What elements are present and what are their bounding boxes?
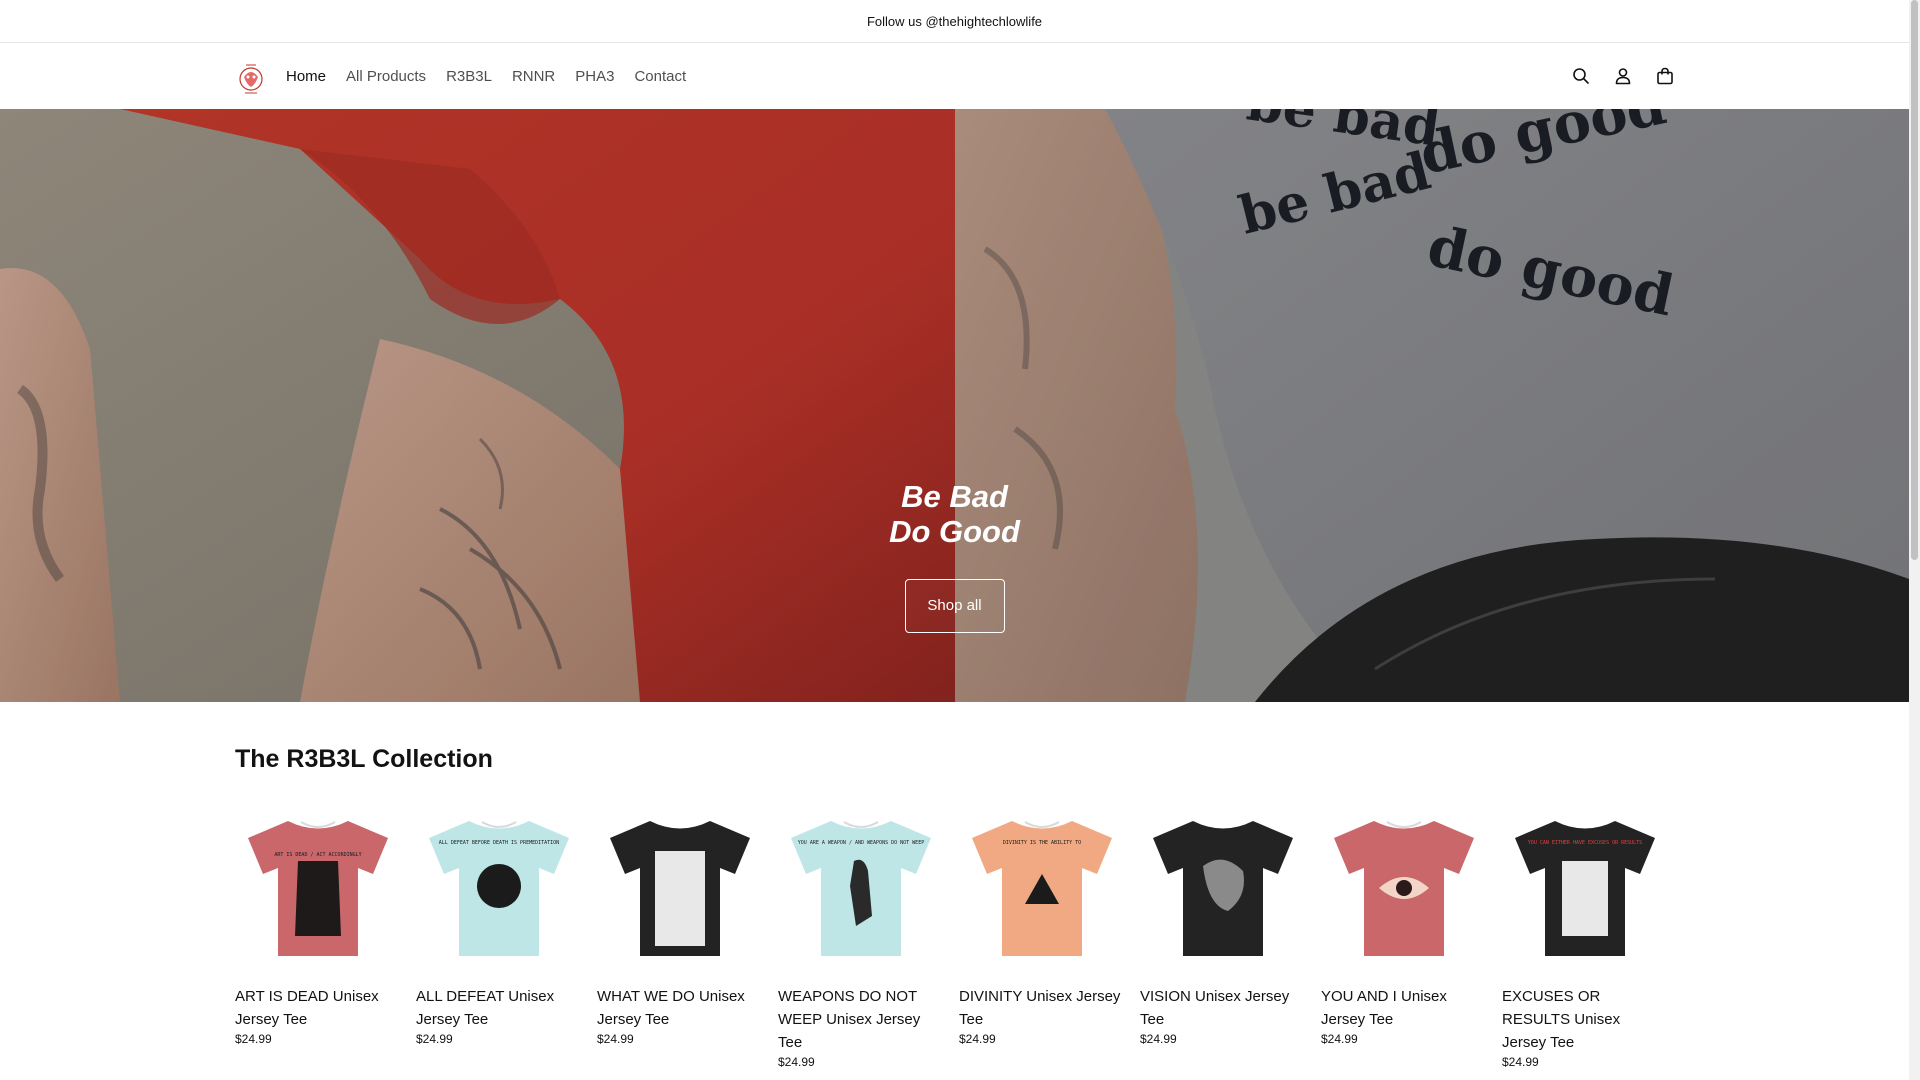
collection-title: The R3B3L Collection [235,745,493,773]
nav-item-r3b3l[interactable]: R3B3L [446,68,492,85]
product-price: $24.99 [1502,1055,1539,1069]
tshirt-image: YOU ARE A WEAPON / AND WEAPONS DO NOT WE… [790,821,931,956]
product-card[interactable]: DIVINITY IS THE ABILITY TO DIVINITY Unis… [959,806,1124,1069]
product-card[interactable]: WHAT WE DO Unisex Jersey Tee $24.99 [597,806,762,1069]
product-title[interactable]: WHAT WE DO Unisex Jersey Tee [597,985,762,1031]
hero-heading-line2: Do Good [889,514,1020,549]
tshirt-image [1152,821,1293,956]
product-grid: ART IS DEAD / ACT ACCORDINGLY ART IS DEA… [235,806,1667,1069]
search-button[interactable] [1560,55,1602,97]
nav-item-pha3[interactable]: PHA3 [575,68,614,85]
product-image[interactable]: DIVINITY IS THE ABILITY TO [959,806,1124,971]
hero-banner: be bad do good be bad do good Be Bad Do … [0,109,1909,702]
search-icon [1573,68,1589,84]
product-title[interactable]: YOU AND I Unisex Jersey Tee [1321,985,1486,1031]
product-card[interactable]: ART IS DEAD / ACT ACCORDINGLY ART IS DEA… [235,806,400,1069]
product-image[interactable] [1140,806,1305,971]
tshirt-image [609,821,750,956]
product-image[interactable] [597,806,762,971]
shop-all-button[interactable]: Shop all [904,579,1005,633]
product-card[interactable]: VISION Unisex Jersey Tee $24.99 [1140,806,1305,1069]
store-logo[interactable] [235,57,267,97]
product-price: $24.99 [959,1032,996,1046]
product-card[interactable]: YOU CAN EITHER HAVE EXCUSES OR RESULTS E… [1502,806,1667,1069]
tshirt-print-text: ART IS DEAD / ACT ACCORDINGLY [274,852,361,858]
product-title[interactable]: WEAPONS DO NOT WEEP Unisex Jersey Tee [778,985,943,1054]
tshirt-print-text: ALL DEFEAT BEFORE DEATH IS PREMEDITATION [438,840,558,846]
product-image[interactable] [1321,806,1486,971]
hero-content: Be Bad Do Good Shop all [0,479,1909,633]
announcement-bar: Follow us @thehightechlowlife [0,0,1909,43]
product-price: $24.99 [597,1032,634,1046]
product-price: $24.99 [235,1032,272,1046]
logo-icon [239,64,263,94]
tshirt-image [1333,821,1474,956]
cart-button[interactable] [1644,55,1686,97]
page-scrollbar[interactable] [1909,0,1920,1080]
scrollbar-thumb[interactable] [1911,0,1918,560]
tshirt-image: ART IS DEAD / ACT ACCORDINGLY [247,821,388,956]
nav-item-rnnr[interactable]: RNNR [512,68,555,85]
tshirt-image: YOU CAN EITHER HAVE EXCUSES OR RESULTS [1514,821,1655,956]
site-header: Home All Products R3B3L RNNR PHA3 Contac… [0,43,1909,109]
tshirt-print-text: YOU CAN EITHER HAVE EXCUSES OR RESULTS [1527,840,1641,846]
header-icons [1560,43,1686,109]
tshirt-print-text: YOU ARE A WEAPON / AND WEAPONS DO NOT WE… [797,840,923,846]
product-title[interactable]: ALL DEFEAT Unisex Jersey Tee [416,985,581,1031]
product-price: $24.99 [778,1055,815,1069]
product-image[interactable]: ALL DEFEAT BEFORE DEATH IS PREMEDITATION [416,806,581,971]
product-price: $24.99 [416,1032,453,1046]
product-price: $24.99 [1140,1032,1177,1046]
product-card[interactable]: YOU ARE A WEAPON / AND WEAPONS DO NOT WE… [778,806,943,1069]
account-button[interactable] [1602,55,1644,97]
product-card[interactable]: YOU AND I Unisex Jersey Tee $24.99 [1321,806,1486,1069]
product-image[interactable]: ART IS DEAD / ACT ACCORDINGLY [235,806,400,971]
account-icon [1615,68,1631,85]
tshirt-image: ALL DEFEAT BEFORE DEATH IS PREMEDITATION [428,821,569,956]
product-image[interactable]: YOU CAN EITHER HAVE EXCUSES OR RESULTS [1502,806,1667,971]
cart-icon [1657,67,1673,85]
tshirt-image: DIVINITY IS THE ABILITY TO [971,821,1112,956]
hero-heading-line1: Be Bad [901,479,1008,514]
nav-item-home[interactable]: Home [286,68,326,85]
product-card[interactable]: ALL DEFEAT BEFORE DEATH IS PREMEDITATION… [416,806,581,1069]
product-title[interactable]: VISION Unisex Jersey Tee [1140,985,1305,1031]
nav-item-all-products[interactable]: All Products [346,68,426,85]
tshirt-print-text: DIVINITY IS THE ABILITY TO [1002,840,1080,846]
product-image[interactable]: YOU ARE A WEAPON / AND WEAPONS DO NOT WE… [778,806,943,971]
product-title[interactable]: EXCUSES OR RESULTS Unisex Jersey Tee [1502,985,1667,1054]
product-title[interactable]: ART IS DEAD Unisex Jersey Tee [235,985,400,1031]
nav-item-contact[interactable]: Contact [634,68,686,85]
hero-heading: Be Bad Do Good [0,479,1909,549]
main-nav: Home All Products R3B3L RNNR PHA3 Contac… [286,43,706,109]
product-title[interactable]: DIVINITY Unisex Jersey Tee [959,985,1124,1031]
product-price: $24.99 [1321,1032,1358,1046]
announcement-text[interactable]: Follow us @thehightechlowlife [867,14,1042,29]
